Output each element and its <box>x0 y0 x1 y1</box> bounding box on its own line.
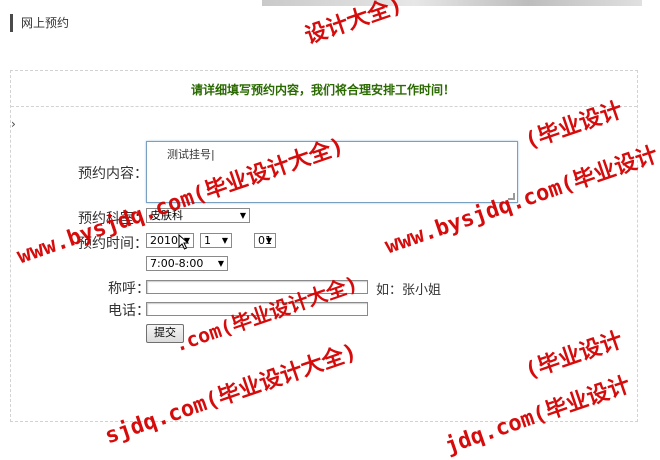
content-label: 预约内容： <box>78 166 148 182</box>
section-title: 网上预约 <box>10 14 69 32</box>
panel-header: 请详细填写预约内容，我们将合理安排工作时间！ <box>11 71 637 107</box>
chevron-right-icon[interactable]: › <box>11 117 16 131</box>
watermark: 设计大全) <box>301 0 406 50</box>
name-hint: 如：张小姐 <box>376 283 442 298</box>
content-textarea-value: 测试挂号| <box>167 148 215 161</box>
dropdown-arrow-icon: ▼ <box>221 236 228 245</box>
dept-label: 预约科室： <box>78 211 148 227</box>
submit-button[interactable]: 提交 <box>146 324 184 343</box>
year-select-value: 2010 <box>150 234 178 247</box>
dropdown-arrow-icon: ▼ <box>217 259 224 268</box>
dropdown-arrow-icon: ▼ <box>265 236 272 245</box>
name-input[interactable] <box>146 280 368 294</box>
notice-text: 请详细填写预约内容，我们将合理安排工作时间！ <box>191 83 456 97</box>
mouse-cursor-icon <box>178 234 189 250</box>
name-label: 称呼： <box>108 281 150 297</box>
dept-select[interactable]: 皮肤科 ▼ <box>146 208 250 223</box>
phone-label: 电话： <box>108 303 150 319</box>
dept-select-value: 皮肤科 <box>150 209 183 222</box>
top-banner-image <box>262 0 642 6</box>
timeslot-select-value: 7:00-8:00 <box>150 257 204 270</box>
content-textarea[interactable]: 测试挂号| <box>146 141 518 203</box>
day-select[interactable]: 01 ▼ <box>254 233 276 248</box>
time-label: 预约时间： <box>78 236 148 252</box>
month-select[interactable]: 1 ▼ <box>200 233 232 248</box>
timeslot-select[interactable]: 7:00-8:00 ▼ <box>146 256 228 271</box>
dropdown-arrow-icon: ▼ <box>239 211 246 220</box>
section-title-text: 网上预约 <box>21 16 70 30</box>
resize-grip-icon[interactable] <box>508 193 515 200</box>
phone-input[interactable] <box>146 302 368 316</box>
month-select-value: 1 <box>204 234 211 247</box>
